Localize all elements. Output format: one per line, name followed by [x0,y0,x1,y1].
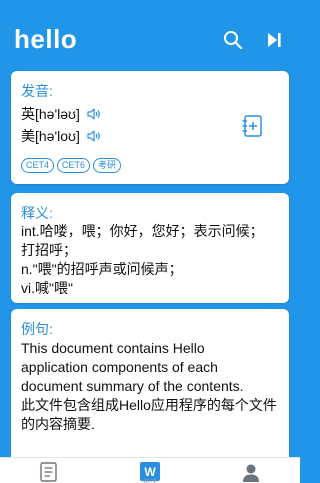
examples-text: This document contains Hello application… [21,339,279,469]
example-line [21,434,279,453]
us-phonetic: 美[hə'loʊ] [21,128,80,144]
speaker-icon[interactable] [86,106,102,122]
exam-tags: CET4 CET6 考研 [21,158,122,173]
example-line: 此文件包含组成Hello应用程序的每个文件 [21,397,277,413]
uk-pronunciation-row: 英[hə'ləʊ] [21,104,102,124]
pronunciation-card: 发音: 英[hə'ləʊ] 美[hə'loʊ] CET4 CET6 考研 [11,71,289,184]
skip-next-icon[interactable] [262,28,286,52]
svg-text:W: W [144,465,156,479]
word-title: hello [14,24,78,54]
notes-icon[interactable] [38,461,62,483]
tab-translate-label: 翻译 [143,478,157,483]
tag-cet4: CET4 [21,158,55,173]
bottom-nav: W 翻译 [0,457,300,483]
definition-line: 打招呼； [21,242,77,258]
app-bar: hello [0,0,300,70]
example-line: This document contains Hello [21,340,205,356]
speaker-icon[interactable] [86,128,102,144]
definition-line: n."喂"的招呼声或问候声； [21,261,183,277]
search-icon[interactable] [221,28,245,52]
example-line: document summary of the contents. [21,378,244,394]
examples-heading: 例句: [21,321,53,337]
definition-line: int.哈喽，喂；你好，您好；表示问候； [21,223,264,239]
pronunciation-heading: 发音: [21,83,53,99]
us-pronunciation-row: 美[hə'loʊ] [21,126,102,146]
profile-icon[interactable] [240,461,264,483]
definition-line: vi.喊"喂" [21,280,73,296]
definition-heading: 释义: [21,205,53,221]
definition-text: int.哈喽，喂；你好，您好；表示问候； 打招呼； n."喂"的招呼声或问候声；… [21,222,279,298]
tag-kaoyan: 考研 [93,158,122,173]
uk-phonetic: 英[hə'ləʊ] [21,106,80,122]
examples-card: 例句: This document contains Hello applica… [11,309,289,469]
example-line: application components of each [21,359,218,375]
add-note-icon[interactable] [241,113,267,139]
definition-card: 释义: int.哈喽，喂；你好，您好；表示问候； 打招呼； n."喂"的招呼声或… [11,193,289,303]
tag-cet6: CET6 [57,158,91,173]
example-line: 的内容摘要. [21,416,95,432]
